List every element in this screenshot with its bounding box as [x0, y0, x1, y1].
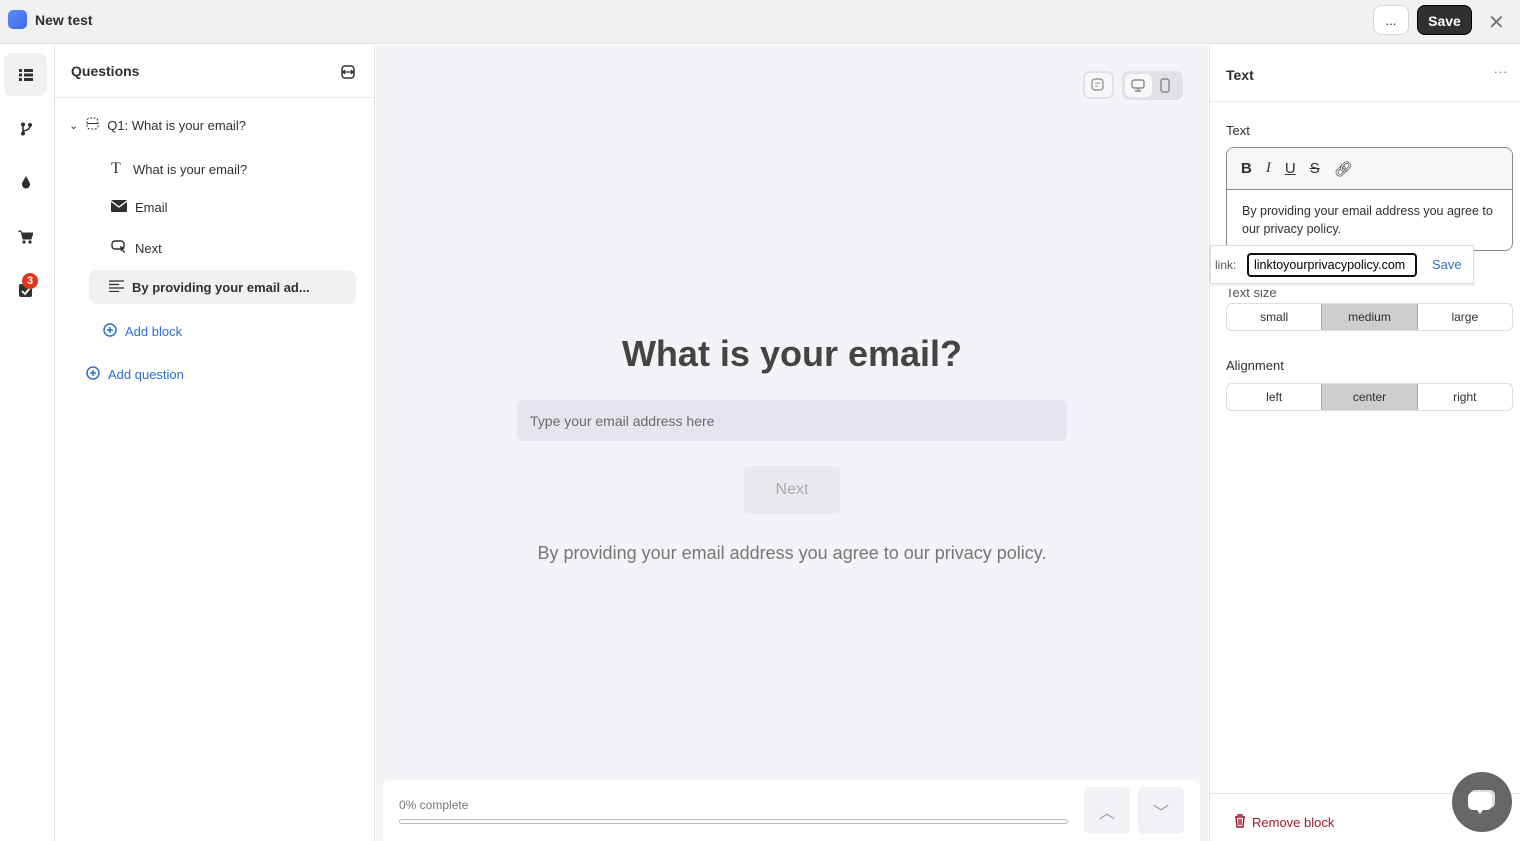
- text-size-selector: small medium large: [1226, 303, 1513, 331]
- plus-circle-icon: [103, 323, 117, 340]
- page-title: New test: [35, 12, 93, 28]
- size-small[interactable]: small: [1227, 304, 1321, 330]
- properties-panel: Text... Text B I U S 🔗︎ By providing your em…: [1209, 45, 1520, 841]
- align-left[interactable]: left: [1227, 384, 1321, 410]
- link-save-button[interactable]: Save: [1432, 257, 1462, 272]
- editor-content[interactable]: By providing your email address you agre…: [1227, 190, 1512, 250]
- block-label: By providing your email ad...: [132, 279, 310, 295]
- block-item-selected[interactable]: By providing your email ad...: [89, 270, 356, 304]
- add-question-button[interactable]: Add question: [86, 366, 184, 383]
- alignment-selector: left center right: [1226, 383, 1513, 411]
- properties-title: Text: [1226, 67, 1254, 83]
- add-block-button[interactable]: Add block: [103, 323, 182, 340]
- text-heading-icon: T: [111, 160, 121, 177]
- remove-block-label: Remove block: [1252, 815, 1335, 830]
- chevron-up-icon[interactable]: ︿: [1084, 787, 1130, 834]
- questions-title: Questions: [71, 63, 140, 79]
- questions-icon[interactable]: [4, 53, 47, 96]
- trash-icon: [1234, 814, 1246, 831]
- add-question-label: Add question: [108, 367, 184, 382]
- theme-drop-icon[interactable]: [4, 161, 47, 204]
- text-label: Text: [1226, 123, 1250, 138]
- remove-block-button[interactable]: Remove block: [1234, 814, 1334, 831]
- block-item[interactable]: Email: [110, 200, 168, 215]
- block-label: Next: [135, 240, 162, 256]
- branch-icon[interactable]: [4, 107, 47, 150]
- desktop-icon[interactable]: [1125, 74, 1152, 97]
- questions-panel: Questions ⌄ Q1: What is your email? T Wha…: [55, 45, 375, 841]
- italic-icon[interactable]: I: [1266, 160, 1271, 177]
- privacy-text: By providing your email address you agre…: [537, 543, 1047, 563]
- chevron-down-icon[interactable]: ⌄: [69, 119, 78, 132]
- align-center[interactable]: center: [1321, 384, 1418, 410]
- editor-toolbar: B I U S 🔗︎: [1227, 148, 1512, 190]
- mobile-icon[interactable]: [1160, 78, 1170, 96]
- chevron-down-icon[interactable]: ﹀: [1138, 787, 1184, 834]
- bold-icon[interactable]: B: [1241, 160, 1252, 177]
- add-block-label: Add block: [125, 324, 183, 339]
- question-group-icon: [86, 117, 99, 133]
- preview-canvas: What is your email? Next By providing yo…: [376, 45, 1208, 841]
- progress-text: 0% complete: [399, 798, 469, 812]
- size-medium[interactable]: medium: [1321, 304, 1418, 330]
- strikethrough-icon[interactable]: S: [1310, 160, 1320, 177]
- next-button[interactable]: Next: [744, 466, 840, 514]
- close-icon[interactable]: ✕: [1488, 10, 1505, 35]
- logic-preview-icon[interactable]: [1083, 71, 1114, 99]
- device-toggle: [1122, 71, 1183, 100]
- question-label: Q1: What is your email?: [107, 117, 246, 133]
- size-large[interactable]: large: [1418, 304, 1512, 330]
- app-logo-icon: [8, 10, 27, 29]
- question-item-q1[interactable]: ⌄ Q1: What is your email?: [69, 117, 246, 133]
- cart-icon[interactable]: [4, 215, 47, 258]
- question-title: What is your email?: [621, 333, 963, 374]
- more-options-icon[interactable]: ...: [1494, 61, 1508, 76]
- notification-badge: 3: [22, 273, 38, 289]
- collapse-expand-icon[interactable]: [341, 65, 355, 82]
- sidebar-rail: 3: [0, 45, 55, 841]
- rich-text-editor: B I U S 🔗︎ By providing your email address y…: [1226, 147, 1513, 251]
- block-item[interactable]: T What is your email?: [111, 160, 247, 178]
- block-label: What is your email?: [133, 161, 248, 177]
- more-button[interactable]: ...: [1373, 5, 1409, 35]
- link-icon[interactable]: 🔗︎: [1334, 160, 1353, 178]
- progress-bar: [399, 819, 1068, 824]
- block-item[interactable]: Next: [111, 240, 162, 256]
- align-right[interactable]: right: [1418, 384, 1512, 410]
- link-label: link:: [1215, 258, 1237, 272]
- block-label: Email: [135, 200, 168, 215]
- text-size-label: Text size: [1226, 285, 1277, 300]
- paragraph-icon: [109, 279, 124, 295]
- chat-support-icon[interactable]: [1452, 772, 1512, 832]
- plus-circle-icon: [86, 366, 100, 383]
- email-icon: [110, 200, 128, 215]
- underline-icon[interactable]: U: [1285, 160, 1296, 177]
- link-popup: link: Save: [1210, 245, 1474, 284]
- top-bar: New test ... Save ✕: [0, 0, 1520, 44]
- progress-footer: 0% complete ︿ ﹀: [383, 780, 1200, 841]
- button-cursor-icon: [111, 240, 127, 256]
- email-input[interactable]: [517, 400, 1067, 441]
- save-button[interactable]: Save: [1417, 5, 1472, 35]
- alignment-label: Alignment: [1226, 358, 1284, 373]
- link-input[interactable]: [1247, 253, 1417, 277]
